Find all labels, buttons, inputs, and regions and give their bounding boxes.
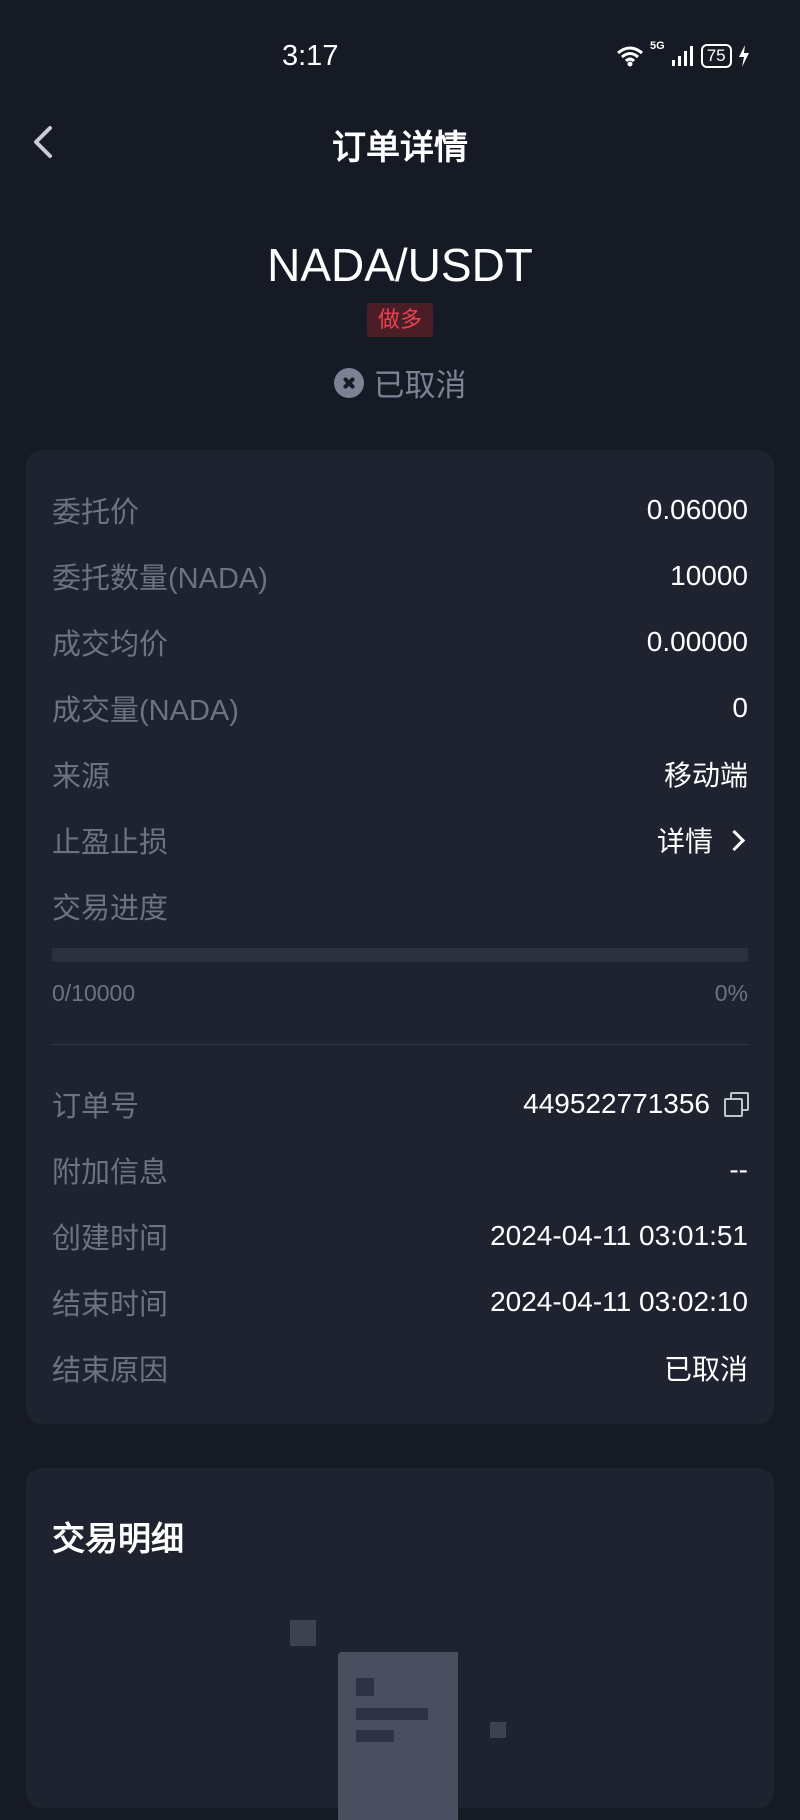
detail-value-order-no: 449522771356 bbox=[523, 1088, 749, 1120]
detail-value: 2024-04-11 03:02:10 bbox=[490, 1286, 748, 1317]
detail-row-source: 来源 移动端 bbox=[52, 754, 748, 794]
divider bbox=[52, 1044, 748, 1045]
status-icons: 5G 75 bbox=[616, 40, 750, 68]
network-type: 5G bbox=[650, 40, 665, 52]
detail-row-order-price: 委托价 0.06000 bbox=[52, 490, 748, 530]
detail-row-order-no: 订单号 449522771356 bbox=[52, 1084, 749, 1124]
cellular-signal-icon bbox=[671, 46, 693, 66]
detail-label: 成交量(NADA) bbox=[52, 695, 239, 727]
detail-label: 订单号 bbox=[52, 1091, 140, 1123]
progress-labels: 0/10000 0% bbox=[52, 980, 748, 1007]
trade-progress-bar bbox=[52, 948, 748, 962]
detail-row-order-qty: 委托数量(NADA) 10000 bbox=[52, 556, 748, 596]
trading-pair-title: NADA/USDT bbox=[267, 239, 533, 291]
detail-value: 移动端 bbox=[663, 760, 748, 791]
detail-label: 委托数量(NADA) bbox=[52, 563, 268, 595]
detail-row-end-time: 结束时间 2024-04-11 03:02:10 bbox=[52, 1282, 748, 1322]
charging-icon bbox=[738, 45, 749, 67]
nav-bar: 订单详情 bbox=[0, 100, 800, 184]
progress-percent-text: 0% bbox=[714, 980, 748, 1006]
detail-label: 结束原因 bbox=[52, 1355, 169, 1387]
tp-sl-details-text: 详情 bbox=[656, 826, 713, 857]
detail-row-extra-info: 附加信息 -- bbox=[52, 1150, 748, 1190]
order-status: 已取消 bbox=[0, 360, 800, 405]
detail-row-created-time: 创建时间 2024-04-11 03:01:51 bbox=[52, 1216, 748, 1256]
detail-row-progress: 交易进度 bbox=[52, 886, 748, 926]
detail-value: 0.00000 bbox=[646, 626, 748, 657]
status-bar: 3:17 5G 75 bbox=[0, 0, 800, 110]
detail-label: 成交均价 bbox=[52, 629, 169, 661]
detail-value: 已取消 bbox=[663, 1354, 748, 1385]
detail-label: 附加信息 bbox=[52, 1157, 169, 1189]
copy-icon[interactable] bbox=[724, 1092, 749, 1117]
cancel-circle-icon bbox=[333, 367, 364, 398]
tp-sl-details-link[interactable]: 详情 bbox=[657, 820, 748, 860]
page-title: 订单详情 bbox=[332, 129, 468, 167]
detail-row-end-reason: 结束原因 已取消 bbox=[52, 1348, 748, 1388]
detail-value: 2024-04-11 03:01:51 bbox=[490, 1220, 748, 1251]
detail-label: 来源 bbox=[52, 761, 111, 793]
detail-value: 0 bbox=[732, 692, 748, 723]
wifi-icon bbox=[617, 46, 643, 67]
detail-label: 止盈止损 bbox=[52, 827, 169, 859]
position-side-badge: 做多 bbox=[367, 303, 433, 337]
detail-row-filled-qty: 成交量(NADA) 0 bbox=[52, 688, 748, 728]
detail-value: -- bbox=[729, 1154, 748, 1185]
detail-row-avg-price: 成交均价 0.00000 bbox=[52, 622, 748, 662]
trade-details-card: 交易明细 bbox=[26, 1468, 774, 1820]
chevron-right-icon bbox=[723, 829, 746, 851]
detail-label: 结束时间 bbox=[52, 1289, 169, 1321]
order-details-card: 委托价 0.06000 委托数量(NADA) 10000 成交均价 0.0000… bbox=[26, 450, 774, 1424]
trade-details-title: 交易明细 bbox=[52, 1520, 184, 1557]
detail-label: 创建时间 bbox=[52, 1223, 169, 1255]
detail-value: 10000 bbox=[670, 560, 748, 591]
status-time: 3:17 bbox=[282, 40, 339, 72]
battery-icon: 75 bbox=[700, 44, 732, 68]
detail-row-tp-sl: 止盈止损 详情 bbox=[52, 820, 748, 860]
empty-document-icon bbox=[290, 1620, 506, 1820]
detail-value: 0.06000 bbox=[646, 494, 748, 525]
detail-label: 委托价 bbox=[52, 497, 140, 529]
detail-label: 交易进度 bbox=[52, 893, 169, 925]
order-number: 449522771356 bbox=[523, 1088, 710, 1119]
order-status-text: 已取消 bbox=[373, 368, 467, 403]
progress-filled-text: 0/10000 bbox=[52, 980, 136, 1006]
